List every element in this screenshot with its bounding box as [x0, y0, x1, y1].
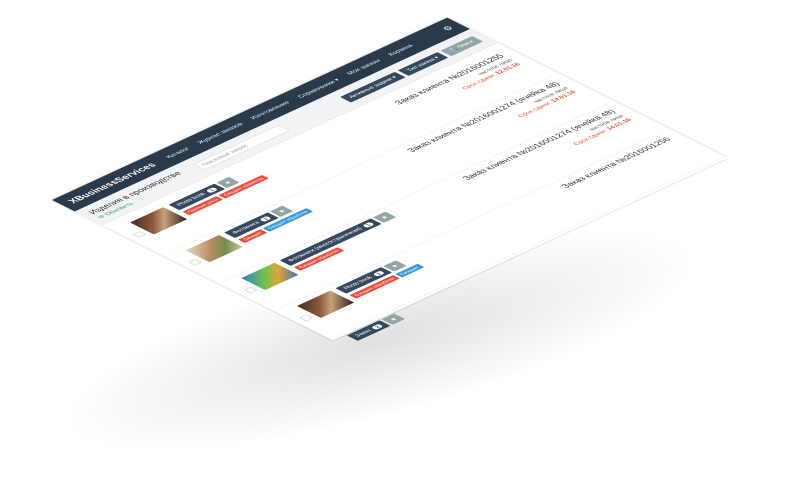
row-checkbox[interactable]: [243, 286, 258, 294]
nav-cart[interactable]: Корзина: [387, 43, 415, 56]
star-icon: ★: [378, 214, 391, 221]
footer-label: Заказ: [353, 328, 373, 338]
count-badge: 1: [371, 270, 385, 277]
scene: XBusinessServices Каталог Журнал заказов…: [0, 0, 804, 501]
count-badge: 1: [258, 215, 272, 222]
nav-catalog[interactable]: Каталог: [164, 146, 191, 159]
nav-spacer: [422, 30, 444, 40]
count-badge: 1: [361, 221, 375, 229]
row-checkbox[interactable]: [132, 231, 147, 238]
star-icon: ★: [222, 179, 234, 186]
row-checkbox[interactable]: [299, 314, 314, 322]
count-badge: 2: [370, 323, 384, 330]
star-icon: ★: [276, 208, 288, 215]
star-icon: ★: [389, 263, 401, 269]
row-checkbox[interactable]: [188, 259, 202, 266]
count-badge: 1: [204, 187, 218, 194]
star-icon: ★: [388, 316, 400, 323]
gear-icon[interactable]: ⚙: [440, 24, 456, 33]
